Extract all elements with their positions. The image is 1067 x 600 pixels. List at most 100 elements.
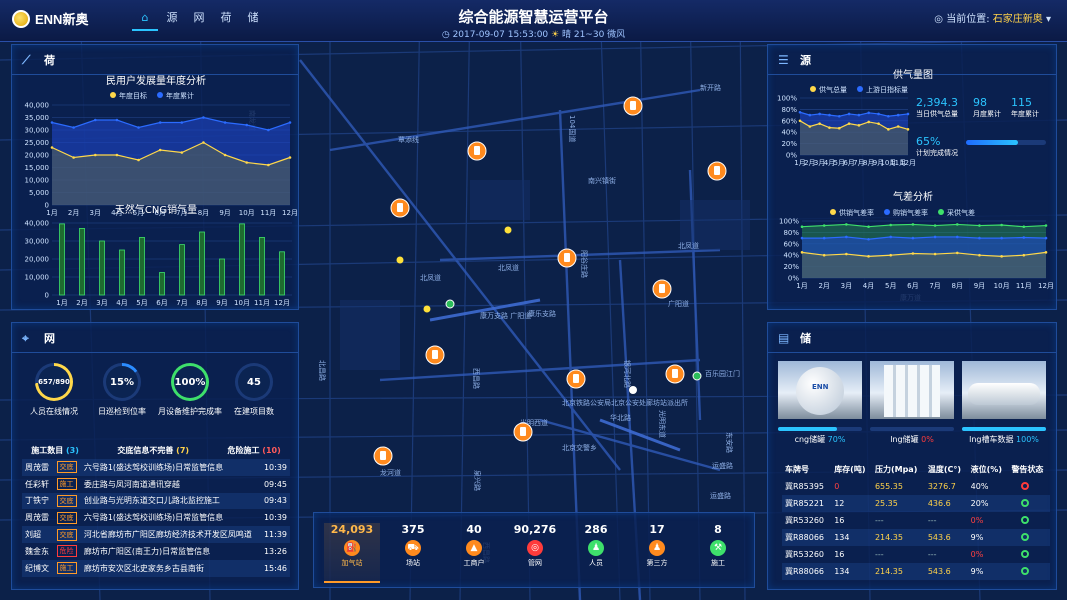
storage-progress-bar [962,427,1046,431]
data-point [828,113,831,117]
x-tick-label: 10月 [994,282,1010,290]
table-row[interactable]: 纪博文 施工 廊坊市安次区北史家务乡古县南街 15:46 [22,559,290,577]
column-header[interactable]: 车牌号 [782,461,831,478]
tanker-table: 车牌号 库存(吨) 压力(Mpa) 温度(C°) 液位(%) 警告状态 冀R85395 0 6… [782,461,1050,580]
table-row[interactable]: 冀R85221 12 25.35 436.6 20% [782,495,1050,512]
column-header[interactable]: 温度(C°) [925,461,968,478]
gas-station-glyph [630,101,636,110]
y-tick-label: 100% [779,218,799,226]
gas-station-marker[interactable] [623,96,643,116]
storage-card[interactable]: lng槽车数据 100% [962,361,1046,445]
map-point[interactable] [396,256,404,264]
stat-icon: ◎ [527,540,543,556]
table-row[interactable]: 丁铁宁 交底 创业路与光明东道交口儿路北监控施工 09:43 [22,492,290,510]
stat-item[interactable]: 90,276 ◎ 管网 [507,523,563,583]
table-row[interactable]: 刘超 交底 河北省廊坊市广阳区廊坊经济技术开发区凤鸣道 11:39 [22,526,290,543]
gas-station-marker[interactable] [566,369,586,389]
cng-bar-chart[interactable]: 0 10,000 20,000 30,000 40,000 1月 2月 3月 4月 5月 6月 7月 8… [12,215,300,315]
stat-item[interactable]: 40 ▲ 工商户 [446,523,502,583]
data-point [837,114,841,118]
column-header[interactable]: 警告状态 [1008,461,1050,478]
table-row[interactable]: 冀R88066 134 214.35 543.6 9% [782,529,1050,546]
data-point [1044,251,1048,254]
data-point [158,148,162,152]
table-cell: 冀R88066 [785,567,825,576]
gas-station-marker[interactable] [557,248,577,268]
table-row[interactable]: 魏金东 危险 廊坊市广阳区(南王力)日常监管信息 13:26 [22,543,290,560]
data-point [896,113,900,117]
supply-area-chart[interactable]: 0%20%40%60%80%100%1月2月3月4月5月6月7月8月9月10月1… [768,93,918,173]
column-header[interactable]: 压力(Mpa) [872,461,925,478]
person-name: 周茂雷 [25,513,49,523]
table-row[interactable]: 冀R85395 0 655.35 3276.7 40% [782,478,1050,495]
kpi-ring[interactable]: 657/890 人员在线情况 [28,363,80,417]
gas-station-marker[interactable] [707,161,727,181]
data-point [1022,236,1026,239]
gas-station-marker[interactable] [373,446,393,466]
gas-station-marker[interactable] [390,198,410,218]
data-point [115,118,119,122]
data-point [837,126,841,130]
column-header[interactable]: 库存(吨) [831,461,872,478]
location-selector[interactable]: ◎ 当前位置: 石家庄新奥 ▾ [934,10,1051,25]
storage-photo [962,361,1046,419]
status-tag: 交底 [54,493,81,510]
table-row[interactable]: 冀R53260 16 --- --- 0% [782,546,1050,563]
x-tick-label: 11月 [254,299,270,307]
tab-dangerous-construction[interactable]: 危险施工 (10) [228,445,281,456]
stat-item[interactable]: 375 ⛟ 场站 [385,523,441,583]
stat-item[interactable]: 24,093 ⛽ 加气站 [324,523,380,583]
data-point [808,125,812,128]
stat-icon: ▲ [466,540,482,556]
storage-card[interactable]: lng储罐 0% [870,361,954,445]
table-cell: 25.35 [874,499,898,508]
x-tick-label: 7月 [929,282,940,290]
data-point [288,121,292,124]
tab-incomplete-info[interactable]: 交底信息不完善 (7) [117,445,189,456]
tank-shape [968,383,1040,405]
stat-item[interactable]: 286 ♟ 人员 [568,523,624,583]
tab-construction-count[interactable]: 施工数目 (3) [31,445,79,456]
plan-progress-bar [966,140,1046,145]
event-text: 廊坊市广阳区(南王力)日常监管信息 [83,546,211,556]
kpi-ring[interactable]: 100% 月设备维护完成率 [158,363,222,417]
event-text: 河北省廊坊市广阳区廊坊经济技术开发区凤鸣道 [83,530,252,540]
table-cell: --- [874,550,884,559]
table-row[interactable]: 周茂雷 交底 六号路1(盛达驾校训练场)日常监管信息 10:39 [22,509,290,526]
y-tick-label: 0 [45,292,49,300]
storage-photo: ENN [778,361,862,419]
data-point [93,118,97,122]
gas-station-marker[interactable] [652,279,672,299]
map-point[interactable] [423,305,431,313]
data-point [798,119,802,123]
panel-he-header: ⟋ 荷 [12,45,298,75]
stat-item[interactable]: 8 ⚒ 施工 [690,523,746,583]
stat-item[interactable]: 17 ♟ 第三方 [629,523,685,583]
kpi-ring[interactable]: 15% 日巡检到位率 [96,363,148,417]
stat-value: 8 [714,523,722,536]
column-header[interactable]: 液位(%) [968,461,1009,478]
gas-station-marker[interactable] [467,141,487,161]
gas-station-marker[interactable] [513,422,533,442]
table-row[interactable]: 任彩轩 施工 委庄路与凤河南道通讯穿越 09:45 [22,476,290,493]
storage-percent: 100% [1016,435,1039,444]
bar [99,240,105,296]
table-cell: 16 [834,516,845,525]
clock-icon: ◷ [441,30,450,40]
table-row[interactable]: 周茂雷 交底 六号路1(盛达驾校训练场)日常监管信息 10:39 [22,459,290,476]
diff-area-chart[interactable]: 0%20%40%60%80%100%1月 2月 3月 4月 5月 6月 7月 8月 9月 10月 1… [768,215,1058,303]
kpi-ring[interactable]: 45 在建项目数 [228,363,280,417]
table-row[interactable]: 冀R53260 16 --- --- 0% [782,512,1050,529]
gas-station-marker[interactable] [425,345,445,365]
table-row[interactable]: 冀R88066 134 214.35 543.6 9% [782,563,1050,580]
table-cell: 134 [834,567,850,576]
data-point [808,113,812,117]
y-tick-label: 60% [783,240,799,248]
data-point [818,112,821,116]
data-point [857,113,861,117]
storage-card[interactable]: ENN cng储罐 70% [778,361,862,445]
map-label: 泉兴路 [473,470,482,491]
warning-status-icon [1008,529,1050,546]
map-point[interactable] [504,226,512,234]
gas-station-marker[interactable] [665,364,685,384]
